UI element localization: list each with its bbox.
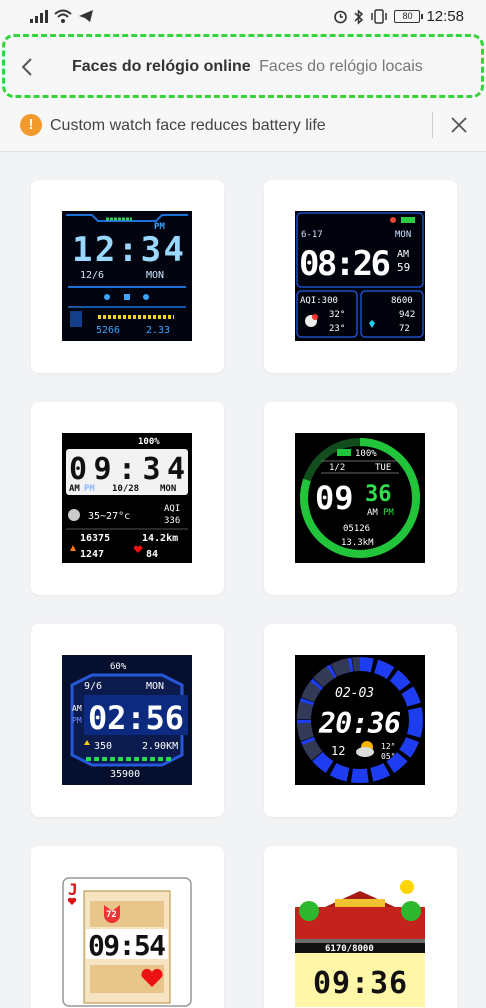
steps-value: 05126 [343, 524, 370, 534]
pm-label: PM [72, 716, 82, 725]
chevron-left-icon [21, 58, 32, 76]
aqi-label: AQI [164, 504, 180, 514]
watch-face-card[interactable]: 6-17 MON 08:26 AM 59 AQI:300 8600 32° 23… [264, 180, 457, 373]
steps-value: 6170/8000 [325, 944, 374, 954]
pm-label: PM [383, 508, 394, 518]
watch-face-preview: 6170/8000 09:36 [295, 877, 425, 1007]
heart-value: 84 [146, 549, 158, 560]
time-display: 09:36 [313, 966, 407, 1001]
warning-icon: ! [20, 114, 42, 136]
calories-value: 1247 [80, 549, 104, 560]
status-bar: 80 12:58 [0, 0, 486, 34]
hour-display: 09 [315, 479, 354, 517]
distance-value: 13.3kM [341, 538, 374, 548]
am-label: AM [367, 508, 378, 518]
wifi-icon [54, 9, 72, 23]
watch-face-preview: PM 12:34 12/6 MON 5266 2.33 [62, 211, 192, 341]
temp-range: 35~27°c [88, 511, 130, 522]
vibrate-icon [371, 9, 388, 24]
watch-face-card[interactable]: PM 12:34 12/6 MON 5266 2.33 [31, 180, 224, 373]
watch-face-card[interactable]: 100% 09:34 AM PM 10/28 MON 35~27°c AQI 3… [31, 402, 224, 595]
card-rank: J [68, 880, 78, 899]
calories-value: 350 [94, 741, 112, 752]
day-label: MON [146, 681, 164, 692]
time-display: 20:36 [318, 707, 401, 740]
watch-face-card[interactable]: J 72 09:54 [31, 846, 224, 1008]
tab-local-faces[interactable]: Faces do relógio locais [259, 58, 423, 75]
watch-face-preview: 6-17 MON 08:26 AM 59 AQI:300 8600 32° 23… [295, 211, 425, 341]
watch-face-preview: 02-03 20:36 12 12° 05° [295, 655, 425, 785]
close-warning-button[interactable] [448, 114, 470, 136]
pm-label: PM [84, 484, 95, 494]
distance-value: 2.33 [146, 325, 170, 336]
watch-face-card[interactable]: 60% 9/6 MON AM PM 02:56 350 2.90KM 35900 [31, 624, 224, 817]
time-display: 09:34 [69, 452, 185, 487]
temp-high: 32° [329, 310, 345, 320]
watch-face-preview: 100% 09:34 AM PM 10/28 MON 35~27°c AQI 3… [62, 433, 192, 563]
temp-low: 05° [381, 752, 395, 761]
steps-value: 8600 [391, 296, 413, 306]
steps-value: 35900 [110, 769, 140, 780]
heart-value: 72 [106, 910, 117, 920]
day-label: TUE [375, 463, 391, 473]
am-label: AM [69, 484, 80, 494]
am-label: AM [72, 704, 82, 713]
minute-display: 36 [365, 482, 392, 507]
time-display: 02:56 [88, 699, 184, 737]
battery-icon: 80 [394, 10, 424, 23]
distance-value: 2.90KM [142, 741, 178, 752]
watch-face-preview: 100% 1/2 TUE 09 36 AM PM 05126 13.3kM [295, 433, 425, 563]
aqi-value: 336 [164, 516, 180, 526]
time-display: 12:34 [72, 230, 184, 270]
calories-value: 942 [399, 310, 415, 320]
time-display: 09:54 [88, 929, 166, 962]
date-label: 02-03 [335, 686, 374, 701]
date-label: 1/2 [329, 463, 345, 473]
day-label: MON [395, 230, 411, 240]
seconds-label: 59 [397, 261, 410, 274]
watch-face-preview: J 72 09:54 [62, 877, 192, 1007]
battery-warning-banner: ! Custom watch face reduces battery life [0, 100, 486, 152]
day-label: MON [146, 270, 164, 281]
temp-high: 12° [381, 742, 395, 751]
watch-face-card[interactable]: 100% 1/2 TUE 09 36 AM PM 05126 13.3kM [264, 402, 457, 595]
telegram-icon [79, 10, 93, 22]
steps-value: 16375 [80, 533, 110, 544]
steps-value: 5266 [96, 325, 120, 336]
divider [432, 112, 433, 138]
tab-online-faces[interactable]: Faces do relógio online [72, 58, 251, 75]
heart-value: 72 [399, 324, 410, 334]
temp-low: 23° [329, 324, 345, 334]
back-button[interactable] [14, 50, 40, 84]
tab-bar: Faces do relógio online Faces do relógio… [72, 58, 423, 76]
ampm-label: AM [397, 249, 409, 260]
warning-text: Custom watch face reduces battery life [50, 117, 326, 134]
alarm-icon [334, 10, 348, 24]
temp-main: 12 [331, 744, 345, 758]
watch-face-card[interactable]: 6170/8000 09:36 [264, 846, 457, 1008]
battery-label: 100% [355, 449, 377, 459]
time-display: 08:26 [299, 244, 391, 284]
battery-label: 100% [138, 437, 160, 447]
watch-face-card[interactable]: 02-03 20:36 12 12° 05° [264, 624, 457, 817]
close-icon [451, 117, 467, 133]
date-label: 9/6 [84, 681, 102, 692]
bluetooth-icon [354, 8, 364, 25]
battery-label: 60% [110, 662, 127, 672]
day-label: MON [160, 484, 176, 494]
clock: 12:58 [426, 8, 464, 25]
watch-face-preview: 60% 9/6 MON AM PM 02:56 350 2.90KM 35900 [62, 655, 192, 785]
date-label: 6-17 [301, 230, 323, 240]
aqi-label: AQI:300 [300, 296, 338, 306]
distance-value: 14.2km [142, 533, 178, 544]
signal-icon [30, 9, 48, 23]
date-label: 12/6 [80, 270, 104, 281]
date-label: 10/28 [112, 484, 139, 494]
